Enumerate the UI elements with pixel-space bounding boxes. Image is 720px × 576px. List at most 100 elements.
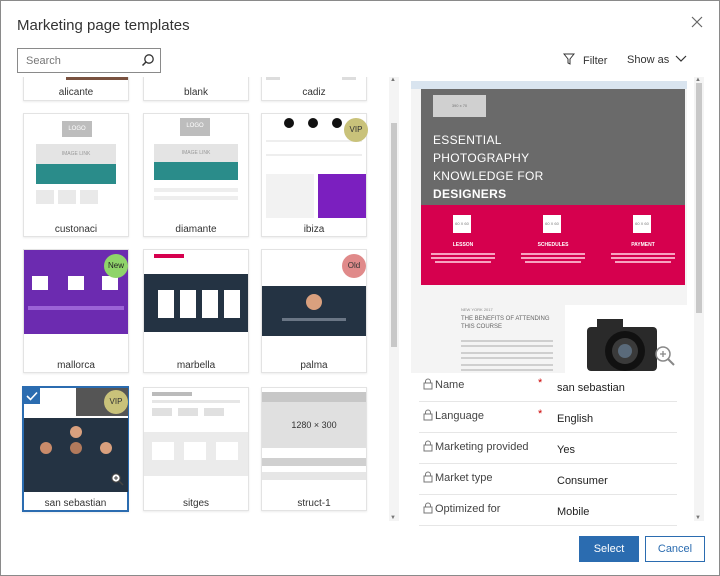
scrollbar-thumb[interactable] — [696, 83, 702, 313]
template-card-cadiz[interactable]: cadiz — [261, 77, 367, 101]
template-card-alicante[interactable]: alicante — [23, 77, 129, 101]
lock-icon — [423, 377, 433, 395]
preview-topbar — [411, 81, 687, 89]
thumb-logo: LOGO — [62, 121, 92, 137]
thumb-block — [266, 77, 280, 80]
thumb-bar — [262, 458, 366, 466]
thumb-block — [58, 190, 76, 204]
thumb-avatar — [40, 442, 52, 454]
template-gallery: alicante blank cadiz LOGO IMAGE LINK cus… — [17, 77, 401, 521]
gallery-scrollbar[interactable]: ▲ ▼ — [389, 77, 399, 521]
thumb-line — [266, 140, 362, 142]
thumb-accent — [154, 254, 184, 258]
template-thumbnail — [144, 77, 248, 80]
template-card-diamante[interactable]: LOGO IMAGE LINK diamante — [143, 113, 249, 237]
benefit-list — [461, 337, 553, 373]
close-icon[interactable] — [691, 15, 703, 33]
property-value: san sebastian — [557, 382, 625, 394]
preview-headline-line: KNOWLEDGE FOR — [433, 169, 544, 183]
template-label: sitges — [182, 498, 210, 509]
template-card-san-sebastian[interactable]: VIP san sebastian — [22, 386, 129, 512]
thumb-block — [216, 442, 238, 460]
thumb-image — [66, 77, 128, 80]
feature-image: 60 X 60 — [543, 215, 561, 233]
property-row: Marketing provided Yes — [419, 433, 677, 464]
scroll-down-icon[interactable]: ▼ — [695, 515, 701, 521]
property-value: Yes — [557, 444, 575, 456]
template-thumbnail: LOGO IMAGE LINK — [144, 114, 248, 218]
template-card-blank[interactable]: blank — [143, 77, 249, 101]
property-value: Mobile — [557, 506, 590, 518]
thumb-block — [32, 276, 48, 290]
thumb-teal-band — [36, 164, 116, 184]
filter-label: Filter — [583, 54, 608, 67]
thumb-line — [154, 188, 238, 192]
template-label: mallorca — [57, 360, 95, 371]
property-label: Name — [435, 379, 465, 391]
thumb-line — [154, 196, 238, 200]
template-card-ibiza[interactable]: VIP ibiza — [261, 113, 368, 237]
search-input[interactable] — [18, 49, 130, 72]
scroll-up-icon[interactable]: ▲ — [390, 77, 396, 83]
property-row: Optimized for Mobile — [419, 495, 677, 526]
search-box[interactable] — [17, 48, 161, 73]
template-card-mallorca[interactable]: New mallorca — [23, 249, 129, 373]
show-as-button[interactable]: Show as — [627, 54, 687, 66]
template-card-struct-1[interactable]: 1280 × 300 struct-1 — [261, 387, 367, 511]
property-row: Market type Consumer — [419, 464, 677, 495]
required-indicator: * — [538, 408, 543, 420]
template-thumbnail: LOGO IMAGE LINK — [24, 114, 128, 218]
preview-zoom-icon[interactable] — [654, 345, 676, 372]
preview-benefits-title: THE BENEFITS OF ATTENDING THIS COURSE — [461, 316, 550, 330]
template-card-custonaci[interactable]: LOGO IMAGE LINK custonaci — [23, 113, 129, 237]
preview-scrollbar[interactable]: ▲ ▼ — [694, 77, 704, 521]
thumb-logo: LOGO — [180, 118, 210, 136]
select-button[interactable]: Select — [579, 536, 639, 562]
property-row: Language * English — [419, 402, 677, 433]
preview-benefits-section: NEW YORK 2017 THE BENEFITS OF ATTENDING … — [421, 285, 687, 373]
chevron-down-icon — [675, 54, 687, 66]
thumb-dot — [308, 118, 318, 128]
template-thumbnail — [24, 77, 128, 80]
thumb-line — [282, 318, 346, 321]
thumb-image-link: IMAGE LINK — [154, 144, 238, 162]
filter-button[interactable]: Filter — [562, 53, 608, 68]
template-thumbnail — [144, 388, 248, 492]
lock-icon — [423, 470, 433, 488]
thumb-avatar — [70, 442, 82, 454]
thumb-block — [152, 408, 172, 416]
preview-date: NEW YORK 2017 — [461, 307, 493, 312]
preview-image: 390 x 70 ESSENTIAL PHOTOGRAPHY KNOWLEDGE… — [411, 81, 687, 373]
thumb-image-link: IMAGE LINK — [36, 144, 116, 164]
template-label: struct-1 — [297, 498, 331, 509]
property-label: Language — [435, 410, 484, 422]
template-label: cadiz — [302, 87, 326, 98]
thumb-block — [184, 442, 206, 460]
property-label: Marketing provided — [435, 441, 529, 453]
template-card-sitges[interactable]: sitges — [143, 387, 249, 511]
thumb-avatar — [306, 294, 322, 310]
scroll-down-icon[interactable]: ▼ — [390, 515, 396, 521]
feature-label: SCHEDULES — [537, 242, 569, 248]
cancel-button[interactable]: Cancel — [645, 536, 705, 562]
template-thumbnail: 1280 × 300 — [262, 388, 366, 492]
search-icon[interactable] — [141, 53, 155, 72]
template-card-palma[interactable]: Old palma — [261, 249, 367, 373]
template-label: alicante — [58, 87, 94, 98]
feature-image: 60 X 60 — [453, 215, 471, 233]
selected-check-icon — [24, 388, 40, 404]
feature-text — [521, 251, 585, 267]
template-card-marbella[interactable]: marbella — [143, 249, 249, 373]
thumb-block — [204, 408, 224, 416]
feature-label: LESSON — [452, 242, 474, 248]
property-value: Consumer — [557, 475, 608, 487]
scrollbar-thumb[interactable] — [391, 123, 397, 347]
preview-feature-band: 60 X 60 60 X 60 60 X 60 LESSON SCHEDULES… — [421, 205, 685, 285]
property-label: Market type — [435, 472, 493, 484]
thumb-block — [80, 190, 98, 204]
thumb-line — [152, 400, 240, 403]
thumb-line — [266, 154, 362, 156]
zoom-icon[interactable] — [110, 472, 124, 491]
template-label: san sebastian — [44, 498, 107, 509]
thumb-block — [342, 77, 356, 80]
